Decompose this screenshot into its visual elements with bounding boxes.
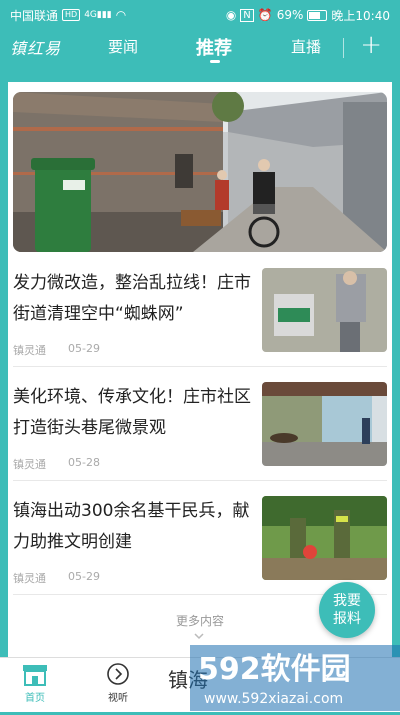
plus-icon[interactable]: + [360, 30, 382, 60]
status-bar: 中国联通 HD 4G▮▮▮ ◠ ◉ N ⏰ 69% 晚上10:40 [0, 0, 400, 30]
divider [13, 480, 387, 481]
article-meta: 镇灵通 05-28 [13, 456, 100, 472]
list-item[interactable]: 美化环境、传承文化！庄市社区打造街头巷尾微景观 镇灵通 05-28 [13, 382, 387, 482]
watermark-brand: 592软件园 [198, 652, 351, 687]
divider [13, 366, 387, 367]
article-thumbnail[interactable] [262, 496, 387, 580]
report-button-line1: 我要 [333, 593, 361, 609]
list-item[interactable]: 镇海出动300余名基干民兵，献力助推文明创建 镇灵通 05-29 [13, 496, 387, 596]
article-meta: 镇灵通 05-29 [13, 342, 100, 358]
chevron-down-icon[interactable] [193, 630, 205, 642]
bottom-nav-home[interactable]: 首页 [22, 662, 48, 704]
feed-card: 发力微改造，整治乱拉线！庄市街道清理空中“蜘蛛网” 镇灵通 05-29 美化环境… [8, 82, 392, 657]
article-date: 05-29 [68, 570, 100, 583]
article-title[interactable]: 发力微改造，整治乱拉线！庄市街道清理空中“蜘蛛网” [13, 268, 251, 330]
alarm-icon: ⏰ [257, 8, 273, 22]
report-button[interactable]: 我要 报料 [319, 582, 375, 638]
article-thumbnail[interactable] [262, 268, 387, 352]
article-date: 05-28 [68, 456, 100, 469]
article-source: 镇灵通 [13, 344, 46, 357]
signal-icon: 4G▮▮▮ [84, 10, 112, 20]
signal-type-label: 4G [84, 10, 97, 20]
top-nav: 镇红易 要闻 推荐 直播 + [0, 30, 400, 64]
battery-percent: 69% [276, 8, 304, 22]
list-item[interactable]: 发力微改造，整治乱拉线！庄市街道清理空中“蜘蛛网” 镇灵通 05-29 [13, 268, 387, 368]
tab-news[interactable]: 要闻 [108, 36, 138, 57]
report-button-line2: 报料 [333, 611, 361, 627]
play-icon [107, 663, 129, 685]
bottom-nav-video[interactable]: 视听 [105, 662, 131, 704]
article-source: 镇灵通 [13, 572, 46, 585]
tab-live[interactable]: 直播 [291, 36, 321, 57]
article-title[interactable]: 镇海出动300余名基干民兵，献力助推文明创建 [13, 496, 251, 558]
carrier-label: 中国联通 [10, 8, 59, 23]
home-icon [23, 665, 47, 686]
watermark: 592软件园 www.592xiazai.com [190, 645, 400, 711]
tab-recommend[interactable]: 推荐 [196, 34, 232, 60]
battery-icon [307, 9, 328, 21]
hero-image[interactable] [13, 92, 387, 252]
bottom-nav-home-label: 首页 [25, 693, 45, 704]
wifi-icon: ◠ [115, 8, 127, 22]
article-title[interactable]: 美化环境、传承文化！庄市社区打造街头巷尾微景观 [13, 382, 251, 444]
eye-icon: ◉ [225, 8, 237, 22]
bottom-nav-video-label: 视听 [108, 693, 128, 704]
app-logo: 镇红易 [10, 39, 62, 58]
watermark-url: www.592xiazai.com [204, 691, 343, 707]
article-thumbnail[interactable] [262, 382, 387, 466]
nav-divider [343, 38, 344, 58]
nfc-icon: N [240, 8, 254, 22]
clock-time: 晚上10:40 [331, 8, 390, 23]
article-date: 05-29 [68, 342, 100, 355]
article-meta: 镇灵通 05-29 [13, 570, 100, 586]
article-source: 镇灵通 [13, 458, 46, 471]
active-tab-indicator [210, 60, 220, 63]
hd-badge: HD [62, 9, 81, 21]
